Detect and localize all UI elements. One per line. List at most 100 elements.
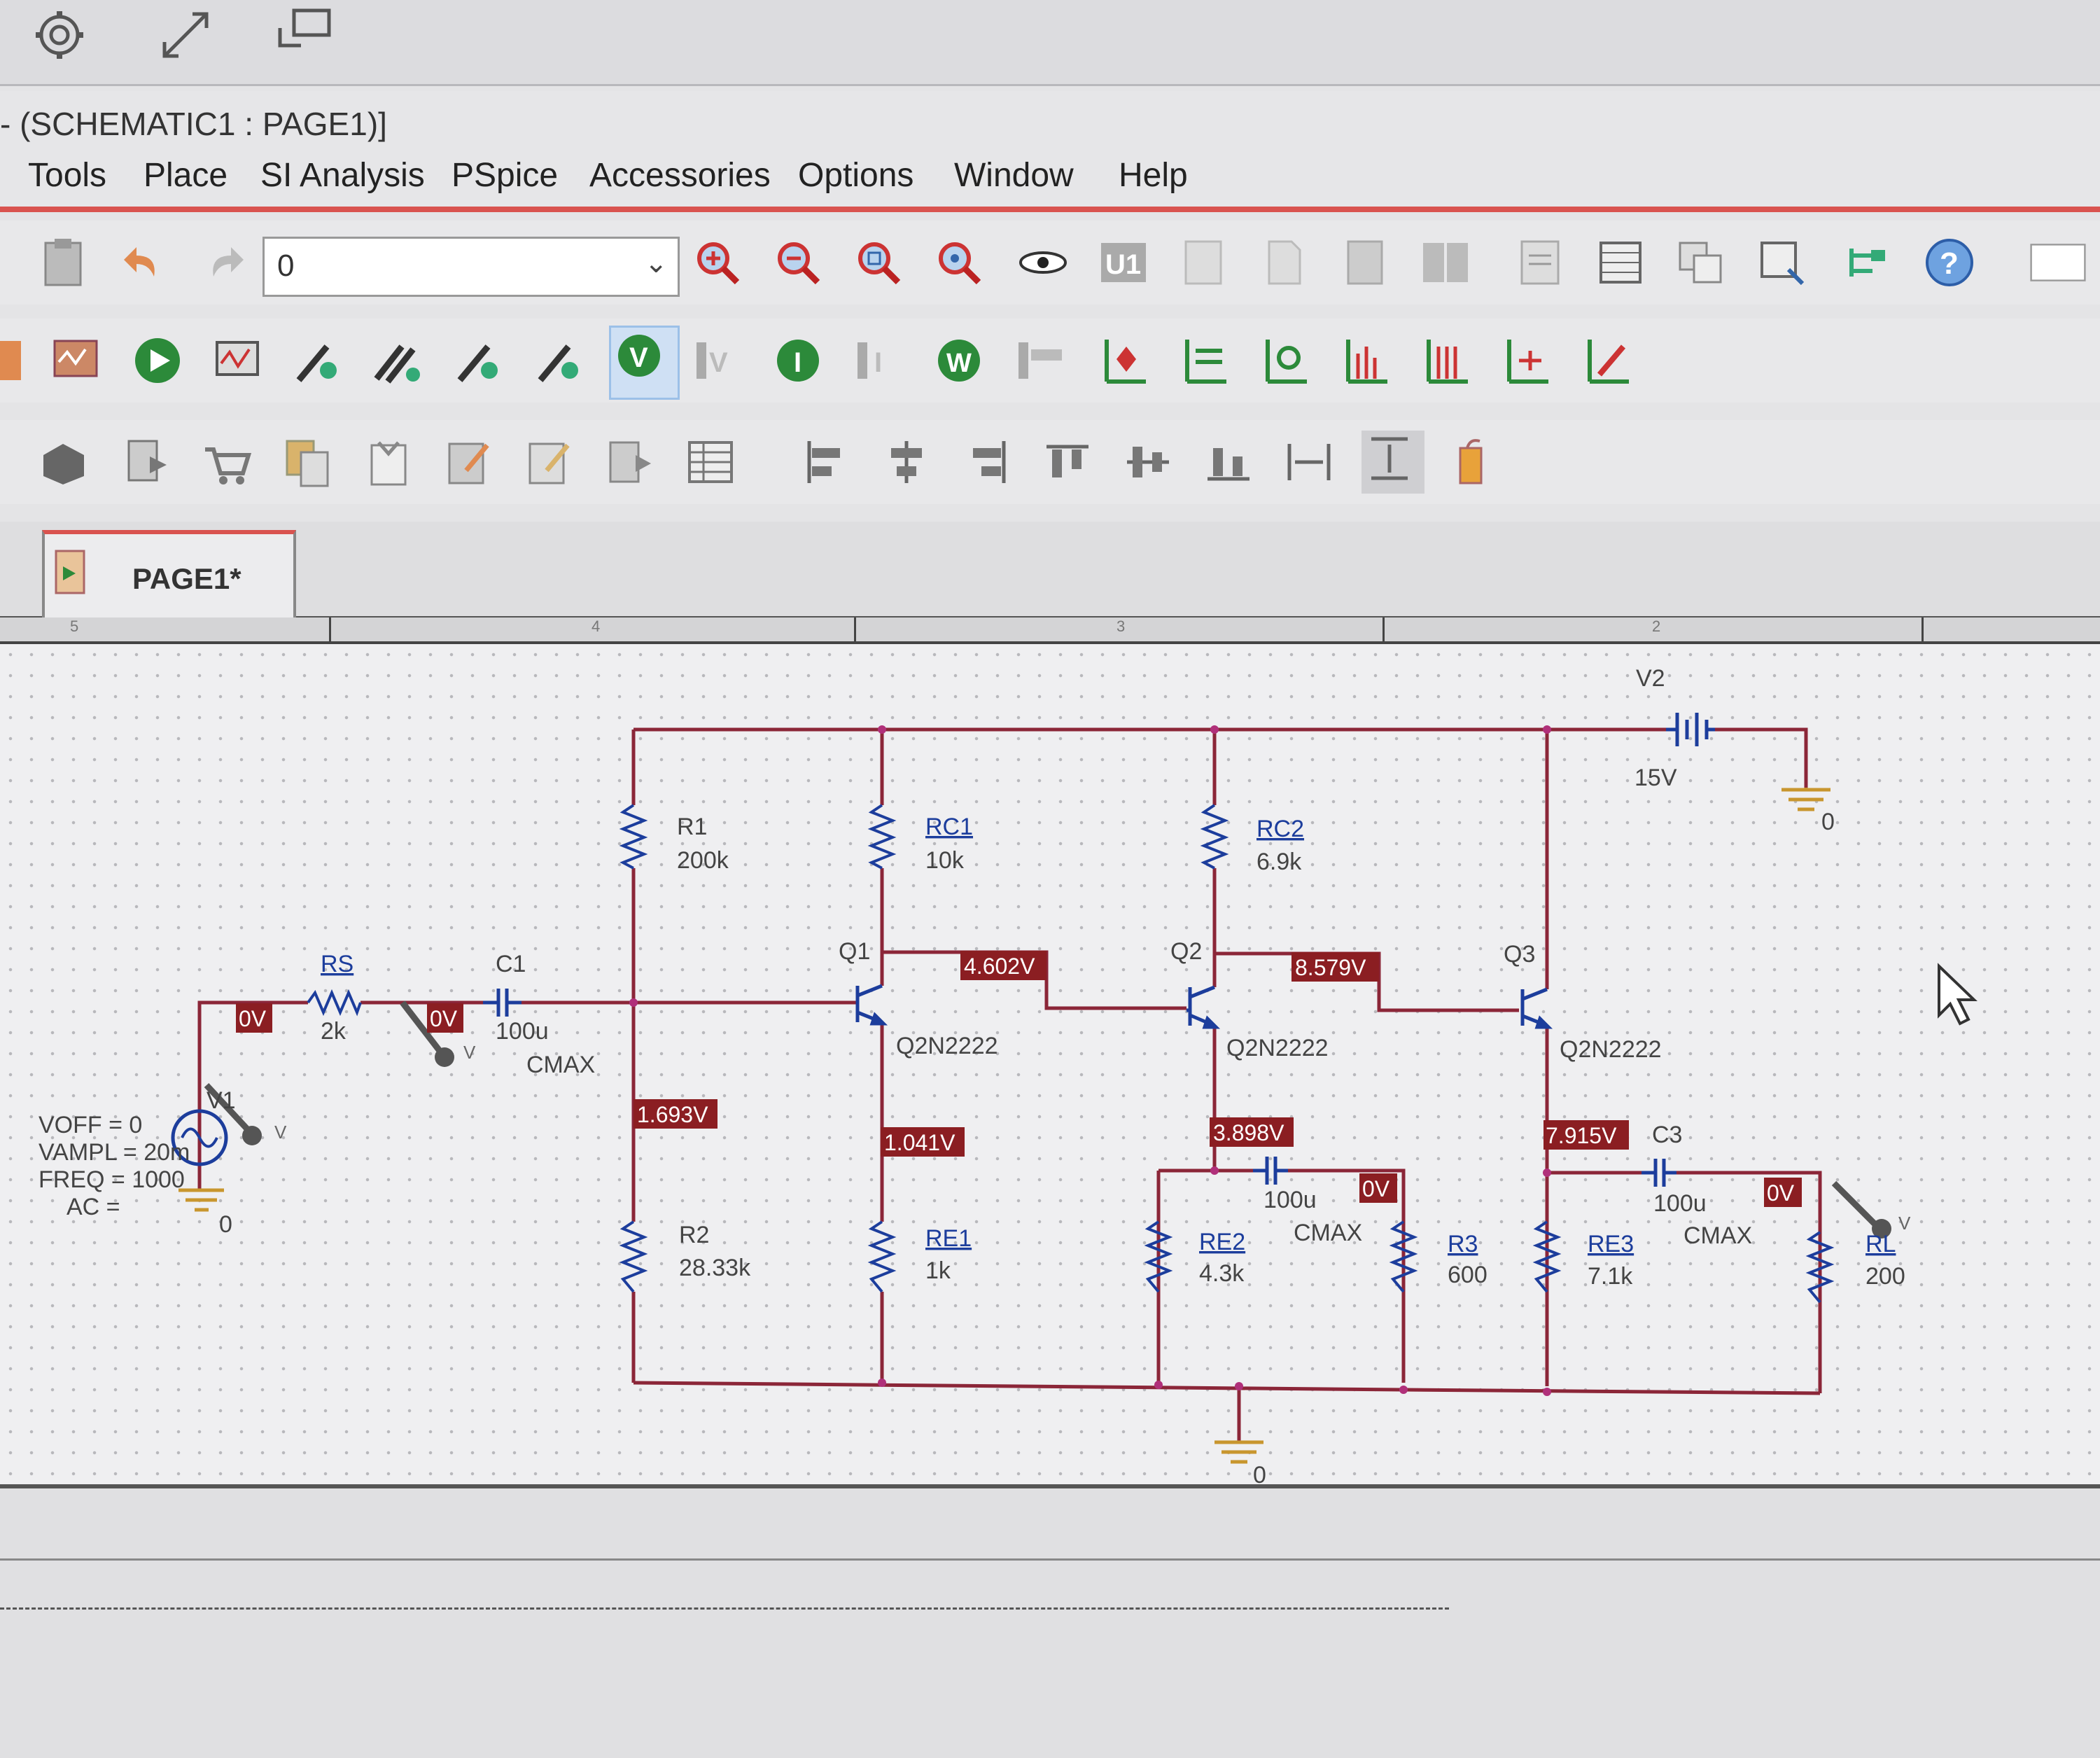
voltage-marker[interactable]: 0V <box>1359 1173 1397 1203</box>
align-middle-icon[interactable] <box>1120 434 1176 490</box>
enable-power-display-icon[interactable]: W <box>931 333 987 389</box>
search-box[interactable] <box>2030 235 2100 291</box>
resistor-r2[interactable] <box>619 1220 648 1293</box>
page-icon[interactable] <box>1256 235 1312 291</box>
zoom-out-icon[interactable] <box>770 235 826 291</box>
menu-si-analysis[interactable]: SI Analysis <box>260 156 425 195</box>
menu-help[interactable]: Help <box>1119 156 1188 195</box>
view-results-icon[interactable] <box>210 333 266 389</box>
align-left-icon[interactable] <box>798 434 854 490</box>
place-power-marker-icon[interactable] <box>1256 333 1312 389</box>
edit-doc-icon[interactable] <box>441 434 497 490</box>
zoom-area-icon[interactable] <box>850 235 906 291</box>
voltage-display-toggle-icon[interactable]: V <box>690 333 746 389</box>
voltage-marker[interactable]: 8.579V <box>1292 952 1379 982</box>
current-marker-icon[interactable] <box>451 333 507 389</box>
transistor-q3[interactable] <box>1520 987 1553 1029</box>
tab-page1[interactable]: PAGE1* <box>42 530 296 618</box>
capacitor-c3[interactable] <box>1642 1159 1676 1187</box>
dB-magnitude-icon[interactable] <box>1337 333 1393 389</box>
voltage-marker[interactable]: 0V <box>1764 1178 1802 1207</box>
voltage-diff-marker-icon[interactable] <box>371 333 427 389</box>
chevron-down-icon[interactable]: ⌄ <box>644 247 668 279</box>
distribute-horizontal-icon[interactable] <box>1281 434 1337 490</box>
menu-options[interactable]: Options <box>798 156 913 195</box>
report-icon[interactable] <box>602 434 658 490</box>
design-rules-icon[interactable] <box>1837 235 1893 291</box>
svg-text:0V: 0V <box>239 1006 267 1031</box>
part-lib-icon[interactable] <box>35 434 91 490</box>
expand-icon[interactable] <box>158 7 214 63</box>
group-delay-icon[interactable] <box>1498 333 1554 389</box>
resistor-re1[interactable] <box>867 1220 897 1293</box>
help-icon[interactable]: ? <box>1921 235 1977 291</box>
resistor-rs[interactable] <box>307 989 362 1017</box>
copy-doc-icon[interactable] <box>280 434 336 490</box>
align-center-icon[interactable] <box>878 434 934 490</box>
paste-icon[interactable] <box>35 235 91 291</box>
bom-icon[interactable] <box>360 434 416 490</box>
cart-icon[interactable] <box>200 434 255 490</box>
resistor-rc1[interactable] <box>867 804 897 870</box>
redo-icon[interactable] <box>196 235 252 291</box>
transistor-q2[interactable] <box>1186 985 1221 1029</box>
netlist-icon[interactable] <box>1592 235 1648 291</box>
voltage-marker[interactable]: 0V <box>427 1003 463 1033</box>
voltage-marker[interactable]: 3.898V <box>1210 1117 1294 1147</box>
table-icon[interactable] <box>682 434 738 490</box>
transistor-q1[interactable] <box>855 984 888 1026</box>
advanced-marker-icon[interactable] <box>1578 333 1634 389</box>
edit-profile-icon[interactable] <box>49 333 105 389</box>
view-eye-icon[interactable] <box>1015 235 1071 291</box>
menu-accessories[interactable]: Accessories <box>589 156 771 195</box>
label-v1-name: V1 <box>206 1087 236 1114</box>
voltage-marker[interactable]: 1.693V <box>634 1099 718 1129</box>
place-voltage-marker-icon[interactable] <box>1096 333 1152 389</box>
properties-icon[interactable] <box>1512 235 1568 291</box>
capacitor-c2[interactable] <box>1253 1157 1288 1185</box>
undo-icon[interactable] <box>115 235 172 291</box>
part-editor-icon[interactable] <box>1176 235 1232 291</box>
zoom-fit-icon[interactable] <box>931 235 987 291</box>
doc-icon[interactable] <box>1337 235 1393 291</box>
voltage-marker[interactable]: 7.915V <box>1544 1120 1629 1150</box>
voltage-marker[interactable]: 4.602V <box>960 951 1046 980</box>
current-display-toggle-icon[interactable]: I <box>850 333 906 389</box>
resistor-r1[interactable] <box>619 804 648 870</box>
align-bottom-icon[interactable] <box>1200 434 1256 490</box>
menu-place[interactable]: Place <box>144 156 227 195</box>
align-right-icon[interactable] <box>959 434 1015 490</box>
power-display-toggle-icon[interactable] <box>1011 333 1068 389</box>
voltage-marker[interactable]: 1.041V <box>881 1127 965 1157</box>
place-current-marker-icon[interactable] <box>1176 333 1232 389</box>
distribute-vertical-icon[interactable] <box>1362 431 1424 494</box>
dc-source-v2[interactable] <box>1666 713 1715 746</box>
capacitor-c1[interactable] <box>483 989 522 1017</box>
schematic-canvas[interactable]: V V V V2 15V 0 R1 200k RC1 10k RC2 6.9k … <box>0 644 2100 1484</box>
new-profile-icon[interactable] <box>0 333 56 389</box>
phase-marker-icon[interactable] <box>1418 333 1474 389</box>
enable-current-display-icon[interactable]: I <box>770 333 826 389</box>
resistor-rc2[interactable] <box>1200 804 1229 870</box>
export-icon[interactable] <box>119 434 175 490</box>
menu-pspice[interactable]: PSpice <box>451 156 558 195</box>
align-top-icon[interactable] <box>1040 434 1096 490</box>
dual-page-icon[interactable] <box>1418 235 1474 291</box>
voltage-marker-icon[interactable] <box>290 333 346 389</box>
display-icon[interactable] <box>273 7 331 63</box>
enable-voltage-display-icon[interactable]: V <box>609 326 680 400</box>
settings-gear-icon[interactable] <box>31 7 88 63</box>
snap-grid-icon[interactable] <box>1442 434 1498 490</box>
menu-tools[interactable]: Tools <box>28 156 106 195</box>
run-pspice-icon[interactable] <box>130 333 186 389</box>
power-marker-icon[interactable] <box>532 333 588 389</box>
u-part-icon[interactable]: U1 <box>1096 235 1152 291</box>
annotate-doc-icon[interactable] <box>522 434 578 490</box>
zoom-in-icon[interactable] <box>690 235 746 291</box>
part-combo[interactable]: 0 ⌄ <box>262 237 680 297</box>
hierarchy-icon[interactable] <box>1673 235 1729 291</box>
annotate-icon[interactable] <box>1754 235 1809 291</box>
menu-window[interactable]: Window <box>954 156 1074 195</box>
voltage-marker[interactable]: 0V <box>236 1003 272 1033</box>
label-q1-name: Q1 <box>839 938 870 965</box>
